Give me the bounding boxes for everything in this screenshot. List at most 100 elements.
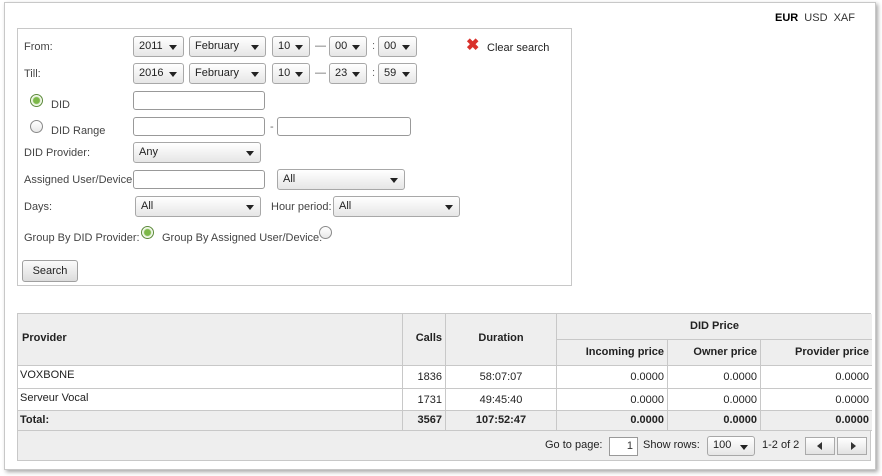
from-label: From: xyxy=(24,41,53,53)
chevron-down-icon xyxy=(740,445,748,450)
chevron-down-icon xyxy=(402,45,410,50)
assigned-select-value: All xyxy=(283,173,296,185)
chevron-down-icon xyxy=(295,72,303,77)
currency-switcher: EUR USD XAF xyxy=(772,12,855,24)
search-button[interactable]: Search xyxy=(22,260,78,282)
did-range-label: DID Range xyxy=(51,125,106,137)
results-table: Provider Calls Duration DID Price Incomi… xyxy=(17,313,872,461)
days-label: Days: xyxy=(24,201,53,213)
group-by-user-radio[interactable] xyxy=(319,226,332,239)
table-row-owner: 0.0000 xyxy=(668,389,761,411)
till-year-value: 2016 xyxy=(139,67,164,79)
table-row-incoming: 0.0000 xyxy=(557,389,668,411)
clear-search-label: Clear search xyxy=(487,42,550,54)
rows-per-page-value: 100 xyxy=(713,439,732,451)
header-provider-price: Provider price xyxy=(761,340,872,366)
time-separator: : xyxy=(372,40,376,52)
window-frame: EUR USD XAF From: 2011 February 10 — 00 … xyxy=(4,2,876,470)
from-hour-select[interactable]: 00 xyxy=(329,36,367,57)
assigned-label: Assigned User/Device: xyxy=(24,174,136,186)
till-month-value: February xyxy=(195,67,240,79)
rows-per-page-select[interactable]: 100 xyxy=(707,436,755,456)
till-month-select[interactable]: February xyxy=(189,63,266,84)
till-day-select[interactable]: 10 xyxy=(272,63,310,84)
assigned-select[interactable]: All xyxy=(277,169,405,190)
group-by-provider-label: Group By DID Provider: xyxy=(24,232,140,244)
table-row-duration: 49:45:40 xyxy=(446,389,557,411)
did-label: DID xyxy=(51,99,70,111)
days-value: All xyxy=(141,200,154,212)
prev-page-button[interactable] xyxy=(805,437,835,455)
header-did-price: DID Price xyxy=(557,314,872,340)
till-minute-select[interactable]: 59 xyxy=(378,63,417,84)
days-select[interactable]: All xyxy=(135,196,261,217)
table-row-incoming: 0.0000 xyxy=(557,366,668,389)
hour-period-value: All xyxy=(339,200,352,212)
currency-eur[interactable]: EUR xyxy=(775,12,798,24)
chevron-down-icon xyxy=(352,45,360,50)
from-month-value: February xyxy=(195,40,240,52)
table-row-calls: 1836 xyxy=(403,366,446,389)
assigned-input[interactable] xyxy=(133,170,265,189)
did-radio[interactable] xyxy=(30,94,43,107)
hour-period-label: Hour period: xyxy=(271,201,332,213)
from-minute-value: 00 xyxy=(384,40,397,52)
did-range-radio[interactable] xyxy=(30,120,43,133)
go-to-page-label: Go to page: xyxy=(545,439,603,451)
chevron-down-icon xyxy=(246,205,254,210)
total-calls: 3567 xyxy=(403,411,446,431)
till-day-value: 10 xyxy=(278,67,291,79)
till-year-select[interactable]: 2016 xyxy=(133,63,184,84)
from-hour-value: 00 xyxy=(335,40,348,52)
close-icon: ✖ xyxy=(466,37,480,54)
till-hour-select[interactable]: 23 xyxy=(329,63,367,84)
did-provider-select[interactable]: Any xyxy=(133,142,261,163)
total-duration: 107:52:47 xyxy=(446,411,557,431)
from-year-select[interactable]: 2011 xyxy=(133,36,184,57)
table-row-provider: VOXBONE xyxy=(18,366,403,389)
total-label: Total: xyxy=(18,411,403,431)
from-day-value: 10 xyxy=(278,40,291,52)
hour-period-select[interactable]: All xyxy=(333,196,460,217)
chevron-down-icon xyxy=(251,72,259,77)
chevron-left-icon xyxy=(817,442,822,450)
table-row-provider-price: 0.0000 xyxy=(761,389,872,411)
currency-xaf[interactable]: XAF xyxy=(834,12,855,24)
from-minute-select[interactable]: 00 xyxy=(378,36,417,57)
did-range-from-input[interactable] xyxy=(133,117,265,136)
currency-usd[interactable]: USD xyxy=(804,12,827,24)
group-by-provider-radio[interactable] xyxy=(141,226,154,239)
total-incoming: 0.0000 xyxy=(557,411,668,431)
next-page-button[interactable] xyxy=(837,437,867,455)
chevron-down-icon xyxy=(390,178,398,183)
did-input[interactable] xyxy=(133,91,265,110)
table-row-provider: Serveur Vocal xyxy=(18,389,403,411)
from-month-select[interactable]: February xyxy=(189,36,266,57)
header-owner-price: Owner price xyxy=(668,340,761,366)
chevron-down-icon xyxy=(251,45,259,50)
did-provider-label: DID Provider: xyxy=(24,147,91,159)
chevron-down-icon xyxy=(352,72,360,77)
page-number-input[interactable]: 1 xyxy=(609,437,638,456)
chevron-down-icon xyxy=(169,45,177,50)
range-separator: - xyxy=(270,121,274,133)
chevron-down-icon xyxy=(246,151,254,156)
table-row-duration: 58:07:07 xyxy=(446,366,557,389)
header-calls: Calls xyxy=(403,314,446,366)
date-time-separator: — xyxy=(315,67,326,79)
from-day-select[interactable]: 10 xyxy=(272,36,310,57)
chevron-down-icon xyxy=(402,72,410,77)
total-owner: 0.0000 xyxy=(668,411,761,431)
header-duration: Duration xyxy=(446,314,557,366)
table-row-owner: 0.0000 xyxy=(668,366,761,389)
total-provider-price: 0.0000 xyxy=(761,411,872,431)
did-range-to-input[interactable] xyxy=(277,117,411,136)
header-incoming-price: Incoming price xyxy=(557,340,668,366)
table-row-provider-price: 0.0000 xyxy=(761,366,872,389)
did-provider-value: Any xyxy=(139,146,158,158)
date-time-separator: — xyxy=(315,40,326,52)
till-minute-value: 59 xyxy=(384,67,397,79)
header-provider: Provider xyxy=(18,314,403,366)
show-rows-label: Show rows: xyxy=(643,439,700,451)
till-label: Till: xyxy=(24,68,41,80)
